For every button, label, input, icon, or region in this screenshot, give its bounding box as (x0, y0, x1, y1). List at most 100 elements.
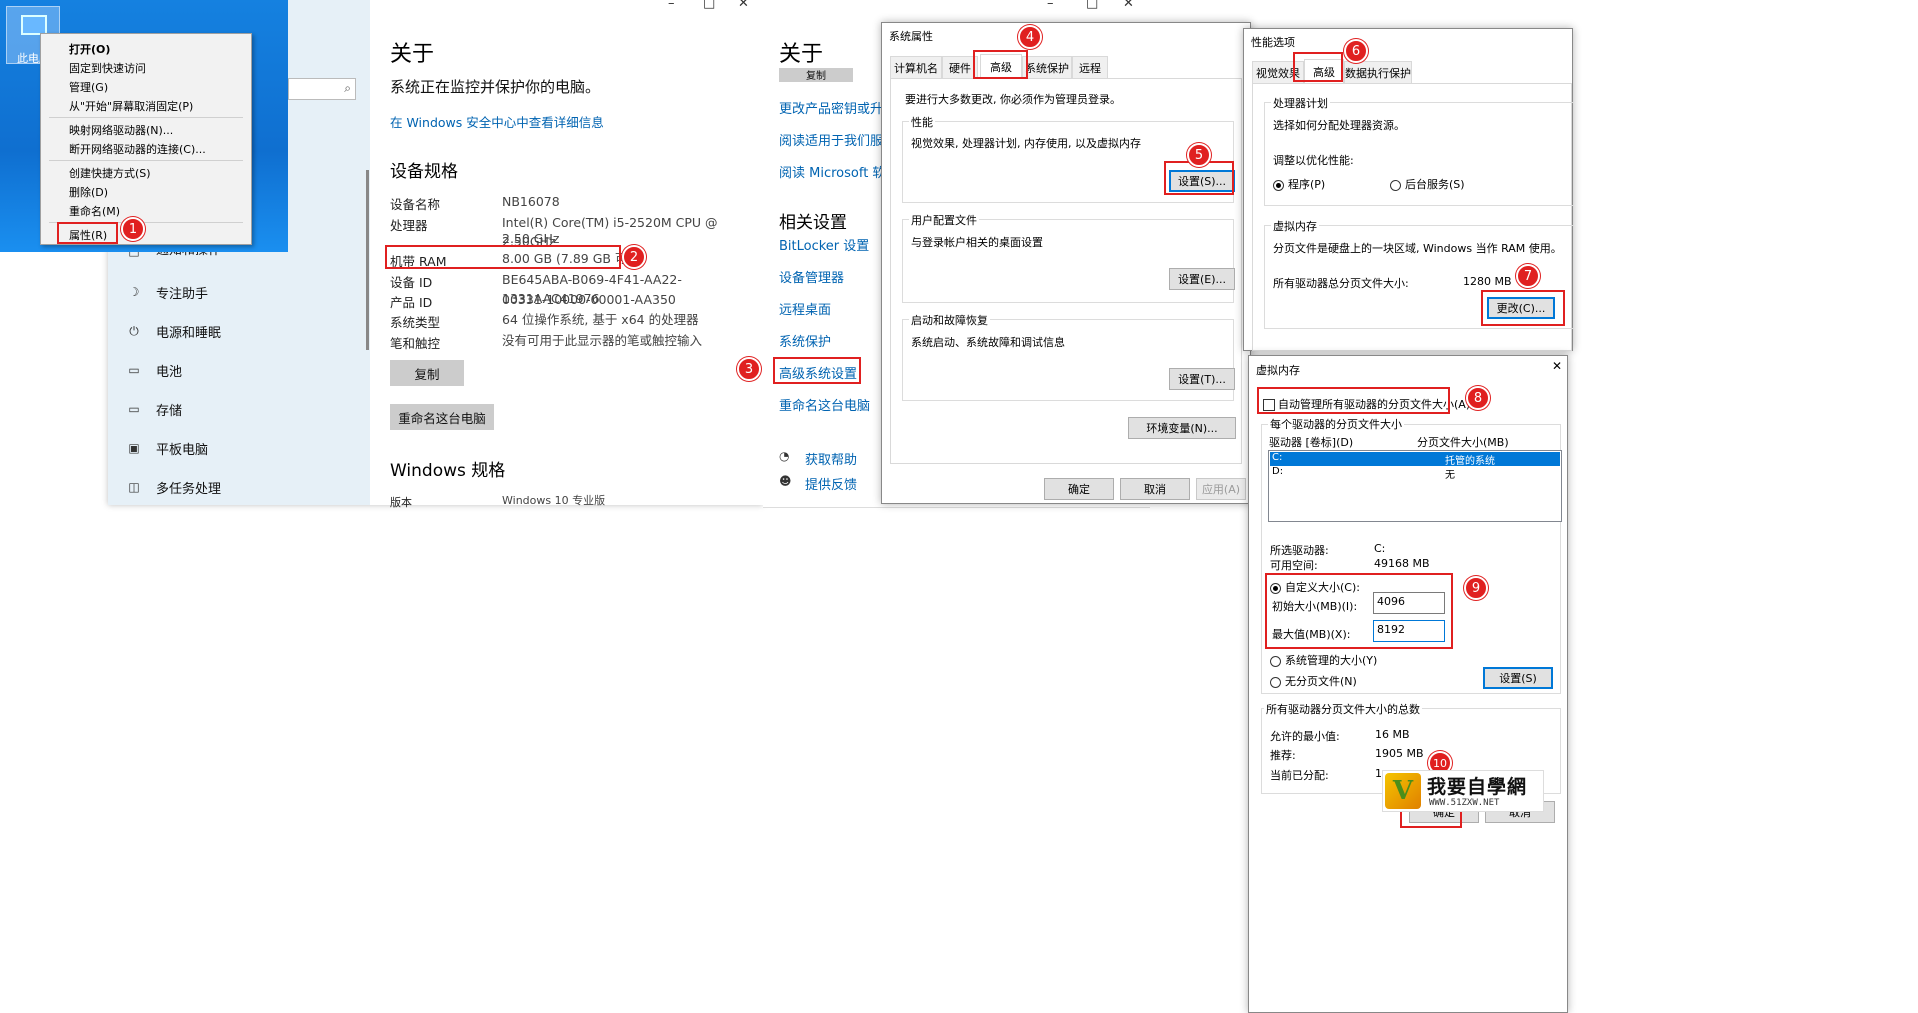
radio-icon (1390, 179, 1401, 191)
change-product-key-link[interactable]: 更改产品密钥或升级 (779, 98, 881, 117)
menu-map-drive[interactable]: 映射网络驱动器(N)... (69, 122, 173, 138)
nav-scrollbar[interactable] (366, 170, 369, 350)
services-label: 后台服务(S) (1405, 178, 1465, 191)
step-badge-9: 9 (1464, 576, 1488, 600)
close-icon[interactable]: ✕ (1123, 0, 1134, 11)
system-managed-radio[interactable]: 系统管理的大小(Y) (1270, 652, 1377, 668)
highlight-advanced-settings (773, 357, 861, 384)
total-group-title: 所有驱动器分页文件大小的总数 (1264, 701, 1422, 717)
environment-variables-button[interactable]: 环境变量(N)... (1128, 417, 1236, 439)
startup-settings-button[interactable]: 设置(T)... (1169, 368, 1235, 390)
nav-battery[interactable]: ▭ 电池 (126, 360, 182, 380)
min-allowed-label: 允许的最小值: (1270, 730, 1340, 743)
menu-create-shortcut[interactable]: 创建快捷方式(S) (69, 165, 151, 181)
dialog-title: 性能选项 (1251, 36, 1295, 49)
step-badge-1: 1 (121, 217, 145, 241)
remote-desktop-link[interactable]: 远程桌面 (779, 299, 831, 318)
total-paging-value: 1280 MB (1463, 275, 1512, 288)
tab-dep[interactable]: 数据执行保护 (1344, 61, 1412, 83)
watermark-brand: 我要自學網 (1427, 776, 1528, 798)
performance-group-title: 性能 (909, 114, 935, 130)
free-space-value: 49168 MB (1374, 557, 1430, 570)
performance-desc: 视觉效果, 处理器计划, 内存使用, 以及虚拟内存 (911, 137, 1141, 150)
radio-selected-icon (1273, 179, 1284, 191)
menu-disconnect-drive[interactable]: 断开网络驱动器的连接(C)... (69, 141, 206, 157)
read-ms-software-link[interactable]: 阅读 Microsoft 软件 (779, 162, 881, 181)
user-profile-settings-button[interactable]: 设置(E)... (1169, 268, 1235, 290)
dialog-title: 虚拟内存 (1256, 364, 1300, 377)
col-size: 分页文件大小(MB) (1417, 436, 1509, 449)
nav-power-sleep[interactable]: ⏻ 电源和睡眠 (126, 321, 221, 341)
device-manager-link[interactable]: 设备管理器 (779, 267, 844, 286)
highlight-ram (385, 245, 621, 269)
step-badge-7: 7 (1516, 264, 1540, 288)
copy-button-partial[interactable]: 复制 (779, 68, 853, 82)
maximize-icon[interactable]: □ (1086, 0, 1098, 11)
adjust-label: 调整以优化性能: (1273, 154, 1354, 167)
highlight-advanced-tab (973, 50, 1028, 79)
highlight-properties (57, 222, 118, 244)
minimize-icon[interactable]: – (1047, 0, 1054, 11)
menu-separator (49, 160, 243, 161)
set-button[interactable]: 设置(S) (1483, 667, 1553, 689)
drive-list[interactable]: C: 托管的系统 D: 无 (1268, 450, 1562, 522)
nav-storage[interactable]: ▭ 存储 (126, 399, 182, 419)
drive-letter: C: (1272, 452, 1283, 463)
step-badge-3: 3 (737, 357, 761, 381)
vm-desc: 分页文件是硬盘上的一块区域, Windows 当作 RAM 使用。 (1273, 242, 1562, 255)
apply-button[interactable]: 应用(A) (1196, 478, 1246, 500)
no-paging-radio[interactable]: 无分页文件(N) (1270, 673, 1357, 689)
tab-system-protection[interactable]: 系统保护 (1022, 56, 1072, 78)
related-settings-title: 相关设置 (779, 213, 847, 233)
bitlocker-link[interactable]: BitLocker 设置 (779, 235, 869, 254)
virtual-memory-group-title: 虚拟内存 (1271, 218, 1319, 234)
menu-unpin-start[interactable]: 从"开始"屏幕取消固定(P) (69, 98, 193, 114)
search-box[interactable]: ⌕ (288, 78, 356, 100)
nav-focus-assist[interactable]: ☽ 专注助手 (126, 282, 208, 302)
ok-button[interactable]: 确定 (1044, 478, 1114, 500)
about-title: 关于 (390, 42, 435, 67)
drive-row[interactable]: D: 无 (1270, 466, 1560, 481)
get-help-link[interactable]: 获取帮助 (805, 449, 857, 468)
tab-computer-name[interactable]: 计算机名 (890, 56, 942, 78)
help-icon: ◔ (779, 449, 790, 463)
menu-delete[interactable]: 删除(D) (69, 184, 108, 200)
device-spec-title: 设备规格 (390, 162, 458, 182)
menu-pin-quick-access[interactable]: 固定到快速访问 (69, 60, 146, 76)
menu-rename[interactable]: 重命名(M) (69, 203, 120, 219)
watermark-url: WWW.51ZXW.NET (1429, 798, 1500, 808)
copy-button[interactable]: 复制 (390, 360, 464, 386)
feedback-link[interactable]: 提供反馈 (805, 474, 857, 493)
current-allocated-label: 当前已分配: (1270, 769, 1329, 782)
rename-pc-link[interactable]: 重命名这台电脑 (779, 395, 870, 414)
current-allocated-value: 1 (1375, 767, 1382, 780)
no-paging-label: 无分页文件(N) (1285, 675, 1357, 688)
dialog-title: 系统属性 (889, 30, 933, 43)
close-icon[interactable]: ✕ (1552, 359, 1562, 373)
spec-key: 笔和触控 (390, 336, 441, 351)
window-controls: – □ ✕ (1045, 0, 1145, 16)
startup-recovery-group-title: 启动和故障恢复 (909, 312, 990, 328)
menu-manage[interactable]: 管理(G) (69, 79, 108, 95)
tab-remote[interactable]: 远程 (1072, 56, 1108, 78)
feedback-icon: ☻ (779, 474, 792, 488)
step-badge-5: 5 (1187, 143, 1211, 167)
nav-tablet[interactable]: ▣ 平板电脑 (126, 438, 208, 458)
system-protection-link[interactable]: 系统保护 (779, 331, 831, 350)
admin-note: 要进行大多数更改, 你必须作为管理员登录。 (905, 93, 1121, 106)
services-radio[interactable]: 后台服务(S) (1390, 176, 1465, 192)
spec-key: 系统类型 (390, 315, 441, 330)
moon-icon: ☽ (128, 285, 140, 299)
rename-pc-button[interactable]: 重命名这台电脑 (390, 404, 494, 430)
free-space-label: 可用空间: (1270, 559, 1318, 572)
programs-radio[interactable]: 程序(P) (1273, 176, 1325, 192)
step-badge-6: 6 (1344, 39, 1368, 63)
cancel-button[interactable]: 取消 (1120, 478, 1190, 500)
menu-open[interactable]: 打开(O) (69, 41, 110, 57)
read-services-link[interactable]: 阅读适用于我们服务 (779, 130, 881, 149)
nav-multitasking[interactable]: ◫ 多任务处理 (126, 477, 221, 497)
system-properties-dialog: 系统属性 计算机名 硬件 高级 系统保护 远程 要进行大多数更改, 你必须作为管… (881, 22, 1251, 504)
user-profile-group: 用户配置文件 (902, 212, 1234, 303)
drive-row-selected[interactable]: C: 托管的系统 (1270, 452, 1560, 467)
edition-key: 版本 (390, 496, 412, 509)
